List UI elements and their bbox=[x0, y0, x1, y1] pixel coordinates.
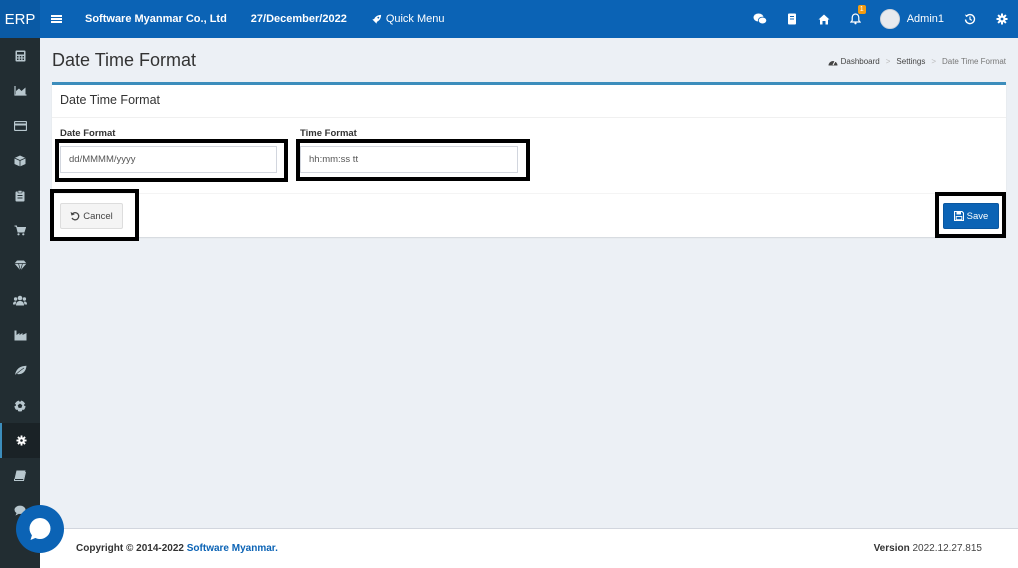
sidebar-item-hr[interactable] bbox=[0, 283, 40, 318]
breadcrumb-current: Date Time Format bbox=[941, 57, 1006, 66]
breadcrumb-dashboard-label: Dashboard bbox=[840, 57, 880, 66]
sidebar-item-accounting[interactable] bbox=[0, 38, 40, 73]
diamond-icon bbox=[14, 260, 26, 271]
time-format-input[interactable] bbox=[300, 146, 518, 173]
gear-icon bbox=[996, 13, 1008, 25]
breadcrumb: Dashboard > Settings > Date Time Format bbox=[828, 57, 1006, 66]
cancel-label: Cancel bbox=[83, 210, 113, 222]
time-format-label: Time Format bbox=[300, 128, 357, 139]
users-icon bbox=[13, 295, 27, 306]
sidebar bbox=[0, 38, 40, 568]
gear-icon bbox=[15, 435, 27, 446]
page-title: Date Time Format bbox=[52, 50, 197, 70]
dashboard-icon bbox=[828, 60, 838, 65]
sidebar-item-inventory[interactable] bbox=[0, 143, 40, 178]
user-name: Admin1 bbox=[906, 13, 944, 25]
sidebar-item-sales[interactable] bbox=[0, 213, 40, 248]
home-icon bbox=[818, 14, 830, 24]
avatar bbox=[879, 9, 900, 29]
home-button[interactable] bbox=[808, 0, 840, 38]
chat-bubble-icon bbox=[29, 518, 51, 540]
settings-button[interactable] bbox=[986, 0, 1018, 38]
quick-menu-button[interactable]: Quick Menu bbox=[371, 13, 445, 25]
company-link[interactable]: Software Myanmar. bbox=[187, 543, 278, 554]
content-wrapper: Date Time Format Dashboard > Settings > … bbox=[40, 38, 1018, 528]
wechat-icon bbox=[753, 13, 767, 25]
notifications-button[interactable]: 1 bbox=[840, 0, 872, 38]
clipboard-icon bbox=[15, 189, 25, 201]
bell-icon bbox=[850, 13, 862, 25]
calculator-icon bbox=[15, 50, 25, 61]
company-name: Software Myanmar Co., Ltd bbox=[85, 13, 227, 25]
date-format-label: Date Format bbox=[60, 128, 116, 139]
save-button[interactable]: Save bbox=[943, 203, 999, 229]
history-button[interactable] bbox=[954, 0, 986, 38]
document-button[interactable] bbox=[776, 0, 808, 38]
version: Version 2022.12.27.815 bbox=[874, 543, 982, 554]
sidebar-item-payments[interactable] bbox=[0, 108, 40, 143]
rocket-icon bbox=[372, 14, 381, 24]
current-date: 27/December/2022 bbox=[250, 13, 347, 25]
notification-badge: 1 bbox=[857, 5, 866, 14]
document-icon bbox=[787, 13, 796, 25]
book-icon bbox=[14, 470, 26, 481]
save-label: Save bbox=[966, 210, 989, 222]
industry-icon bbox=[14, 330, 26, 341]
sidebar-item-assets[interactable] bbox=[0, 248, 40, 283]
box-footer: Cancel Save bbox=[52, 193, 1006, 237]
history-icon bbox=[964, 13, 976, 25]
sidebar-item-agriculture[interactable] bbox=[0, 353, 40, 388]
cancel-button[interactable]: Cancel bbox=[60, 203, 123, 229]
breadcrumb-dashboard[interactable]: Dashboard bbox=[828, 57, 880, 66]
sidebar-item-library[interactable] bbox=[0, 458, 40, 493]
page-footer: Copyright © 2014-2022 Software Myanmar. … bbox=[40, 528, 1018, 568]
app-logo[interactable]: ERP bbox=[0, 0, 40, 38]
sidebar-item-sports[interactable] bbox=[0, 388, 40, 423]
copyright-text: Copyright © 2014-2022 bbox=[76, 543, 184, 554]
date-format-input[interactable] bbox=[60, 146, 277, 173]
sidebar-item-reports[interactable] bbox=[0, 73, 40, 108]
version-number: 2022.12.27.815 bbox=[912, 543, 982, 554]
box-title: Date Time Format bbox=[52, 85, 1006, 118]
top-navbar: ERP Software Myanmar Co., Ltd 27/Decembe… bbox=[0, 0, 1018, 38]
credit-card-icon bbox=[13, 120, 27, 131]
undo-icon bbox=[70, 211, 80, 221]
breadcrumb-settings[interactable]: Settings bbox=[896, 57, 925, 66]
breadcrumb-separator: > bbox=[931, 57, 936, 66]
breadcrumb-separator: > bbox=[885, 57, 891, 66]
version-label: Version bbox=[873, 543, 910, 554]
sidebar-toggle-button[interactable] bbox=[40, 0, 72, 38]
date-time-format-box: Date Time Format Date Format Time Format… bbox=[52, 82, 1006, 237]
hamburger-icon bbox=[50, 15, 62, 23]
wechat-button[interactable] bbox=[744, 0, 776, 38]
live-chat-button[interactable] bbox=[16, 505, 64, 553]
copyright: Copyright © 2014-2022 Software Myanmar. bbox=[76, 543, 278, 554]
floppy-disk-icon bbox=[953, 211, 964, 221]
area-chart-icon bbox=[13, 86, 26, 96]
cube-icon bbox=[14, 155, 26, 166]
user-menu[interactable]: Admin1 bbox=[872, 9, 954, 29]
sidebar-item-tasks[interactable] bbox=[0, 178, 40, 213]
soccer-ball-icon bbox=[14, 399, 26, 412]
sidebar-item-settings[interactable] bbox=[0, 423, 40, 458]
quick-menu-label: Quick Menu bbox=[385, 13, 445, 25]
leaf-icon bbox=[14, 365, 26, 376]
cart-icon bbox=[14, 225, 26, 236]
sidebar-item-production[interactable] bbox=[0, 318, 40, 353]
